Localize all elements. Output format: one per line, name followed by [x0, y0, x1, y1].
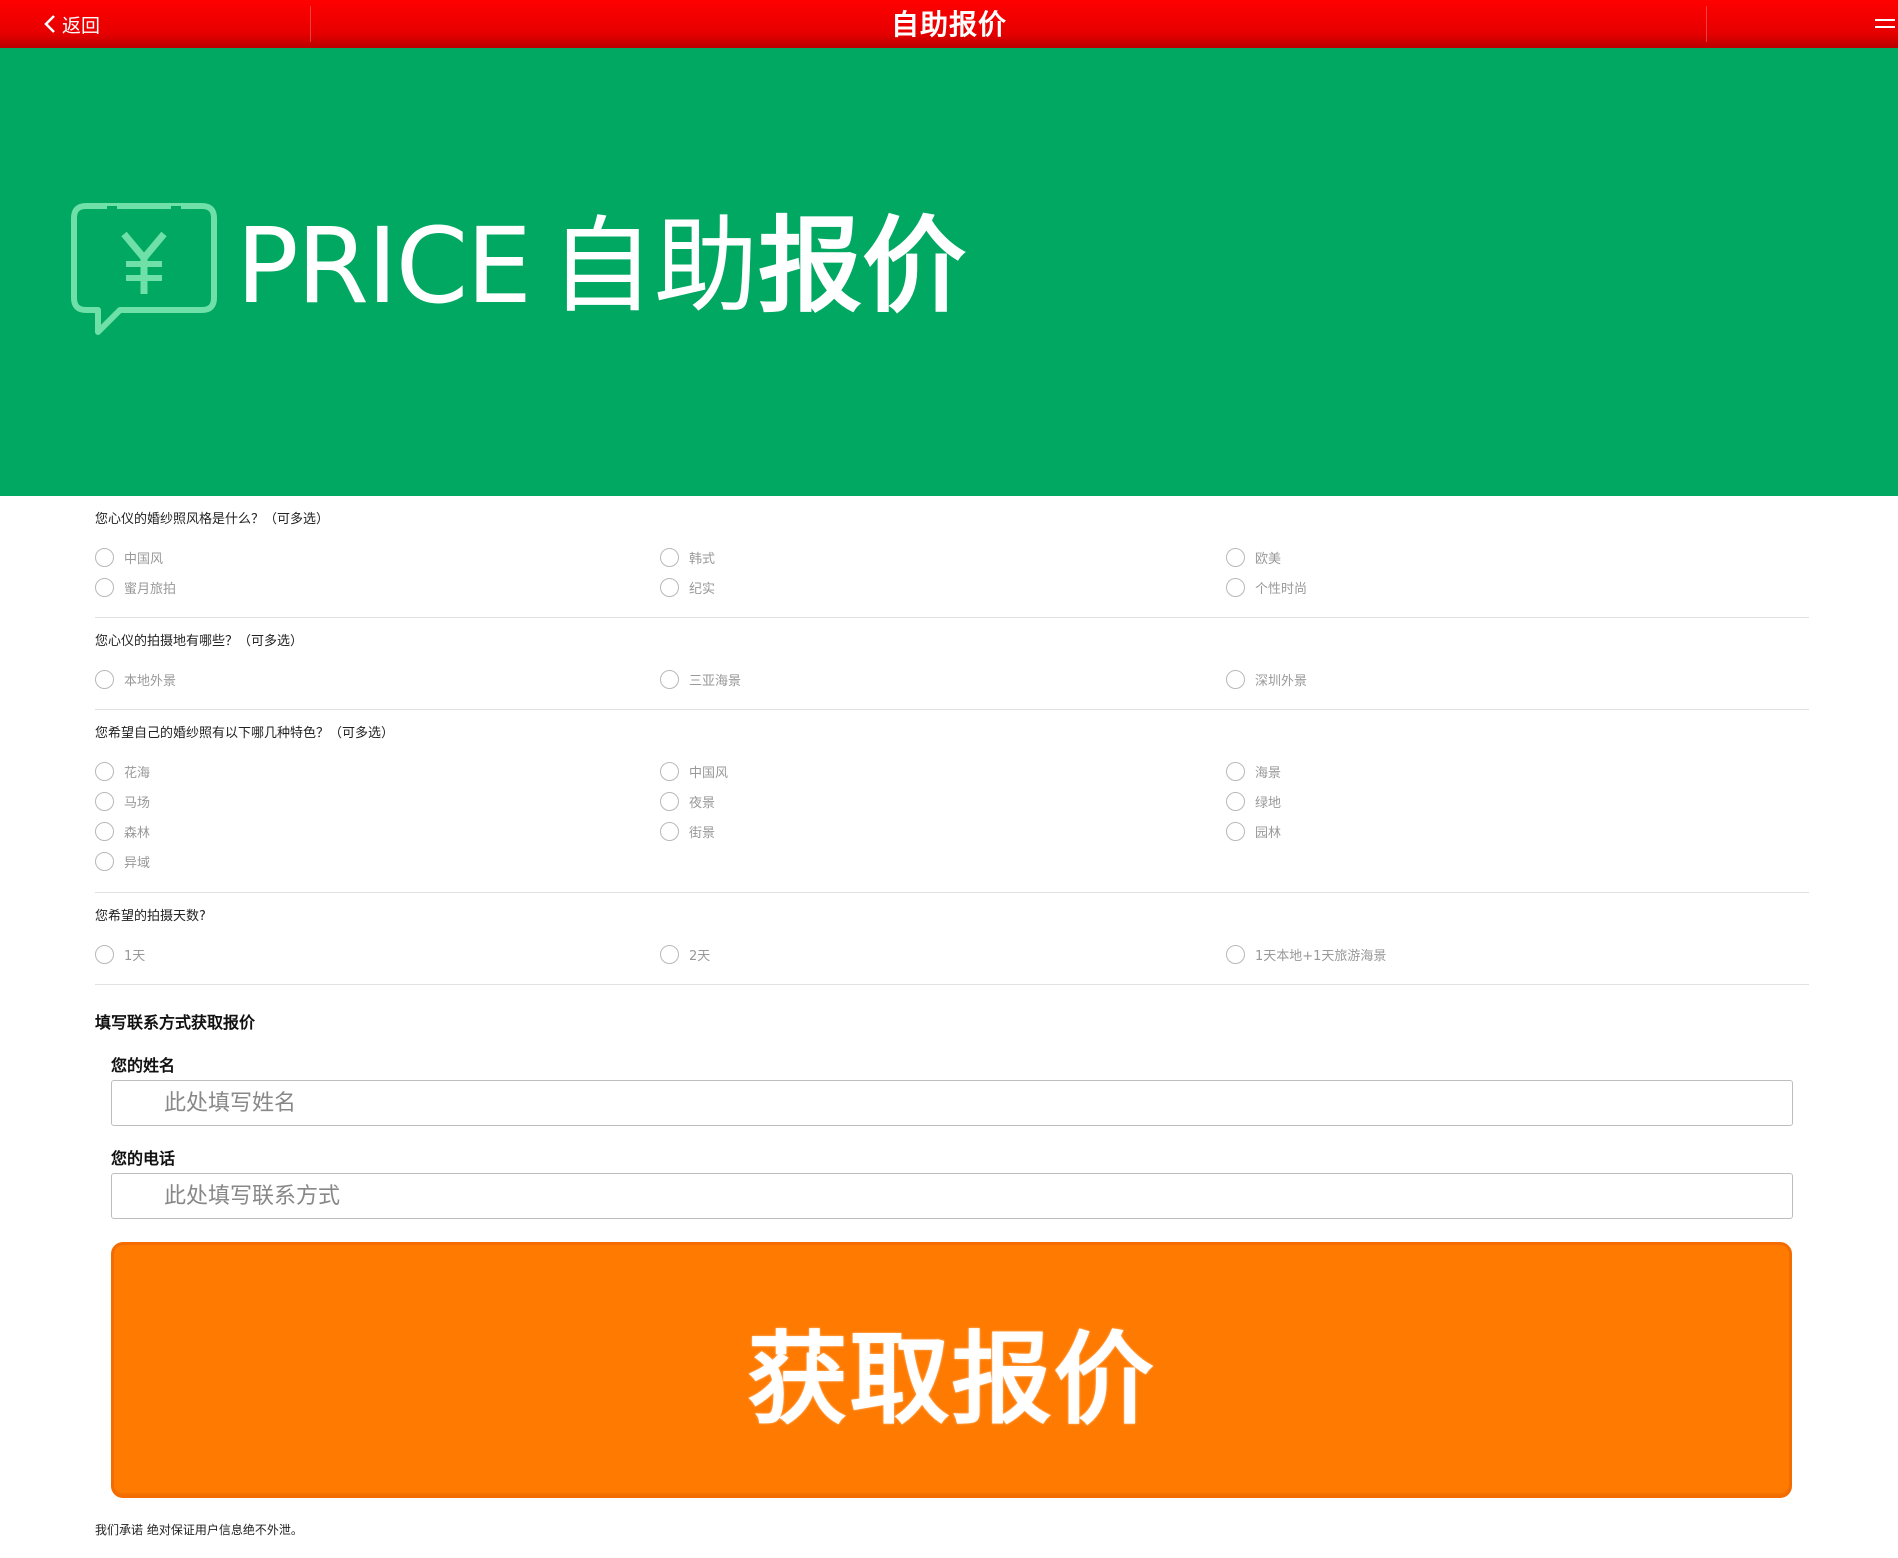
radio-circle-icon — [95, 548, 114, 567]
radio-circle-icon — [660, 792, 679, 811]
option-radio[interactable]: 1天 — [95, 945, 145, 964]
option-label: 街景 — [689, 826, 716, 841]
option-radio[interactable]: 2天 — [660, 945, 710, 964]
menu-icon[interactable] — [1872, 12, 1896, 36]
option-label: 蜜月旅拍 — [124, 582, 177, 597]
page-title: 自助报价 — [890, 8, 1007, 41]
option-label: 本地外景 — [124, 674, 177, 689]
question-features: 您希望自己的婚纱照有以下哪几种特色？（可多选） 花海 中国风 海景 马场 夜景 … — [95, 710, 1809, 893]
question-title: 您希望的拍摄天数? — [95, 909, 206, 924]
radio-circle-icon — [660, 762, 679, 781]
option-label: 森林 — [124, 826, 151, 841]
option-radio[interactable]: 异域 — [95, 852, 150, 871]
phone-label: 您的电话 — [111, 1149, 176, 1168]
question-title: 您心仪的婚纱照风格是什么？（可多选） — [95, 512, 330, 527]
question-days: 您希望的拍摄天数? 1天 2天 1天本地+1天旅游海景 — [95, 893, 1809, 986]
radio-circle-icon — [95, 792, 114, 811]
option-label: 欧美 — [1255, 552, 1282, 567]
section-divider — [95, 984, 1809, 985]
name-label: 您的姓名 — [111, 1056, 176, 1075]
banner-heading: PRICE 自助报价 — [236, 206, 966, 326]
radio-circle-icon — [95, 670, 114, 689]
option-label: 花海 — [124, 766, 151, 781]
option-radio[interactable]: 花海 — [95, 762, 150, 781]
radio-circle-icon — [1226, 762, 1245, 781]
option-radio[interactable]: 海景 — [1226, 762, 1281, 781]
radio-circle-icon — [660, 670, 679, 689]
radio-circle-icon — [1226, 822, 1245, 841]
radio-circle-icon — [95, 852, 114, 871]
option-radio[interactable]: 韩式 — [660, 548, 715, 567]
top-header-bar: 返回 自助报价 — [0, 0, 1898, 48]
radio-circle-icon — [95, 578, 114, 597]
question-title: 您希望自己的婚纱照有以下哪几种特色？（可多选） — [95, 726, 395, 741]
question-style: 您心仪的婚纱照风格是什么？（可多选） 中国风 韩式 欧美 蜜月旅拍 纪实 个性时… — [95, 496, 1809, 618]
option-radio[interactable]: 三亚海景 — [660, 670, 741, 689]
option-radio[interactable]: 纪实 — [660, 578, 715, 597]
option-radio[interactable]: 1天本地+1天旅游海景 — [1226, 945, 1386, 964]
option-radio[interactable]: 个性时尚 — [1226, 578, 1307, 597]
name-input[interactable] — [111, 1080, 1793, 1126]
radio-circle-icon — [660, 578, 679, 597]
banner-text-en: PRICE — [236, 205, 532, 327]
radio-circle-icon — [1226, 548, 1245, 567]
option-radio[interactable]: 蜜月旅拍 — [95, 578, 176, 597]
option-radio[interactable]: 街景 — [660, 822, 715, 841]
option-radio[interactable]: 夜景 — [660, 792, 715, 811]
price-banner: PRICE 自助报价 — [0, 48, 1898, 496]
option-label: 中国风 — [689, 766, 729, 781]
radio-circle-icon — [95, 822, 114, 841]
radio-circle-icon — [1226, 578, 1245, 597]
option-radio[interactable]: 深圳外景 — [1226, 670, 1307, 689]
contact-section-title: 填写联系方式获取报价 — [95, 1013, 256, 1032]
get-quote-label: 获取报价 — [747, 1320, 1156, 1438]
question-title: 您心仪的拍摄地有哪些？（可多选） — [95, 634, 304, 649]
banner-text-cn-bold: 报价 — [758, 205, 967, 327]
radio-circle-icon — [660, 548, 679, 567]
option-radio[interactable]: 园林 — [1226, 822, 1281, 841]
radio-circle-icon — [1226, 792, 1245, 811]
get-quote-button[interactable]: 获取报价 — [111, 1242, 1792, 1498]
option-radio[interactable]: 本地外景 — [95, 670, 176, 689]
option-radio[interactable]: 马场 — [95, 792, 150, 811]
option-label: 1天 — [124, 949, 146, 964]
option-label: 中国风 — [124, 552, 164, 567]
radio-circle-icon — [95, 762, 114, 781]
option-radio[interactable]: 中国风 — [660, 762, 728, 781]
option-radio[interactable]: 欧美 — [1226, 548, 1281, 567]
radio-circle-icon — [1226, 670, 1245, 689]
option-label: 夜景 — [689, 796, 716, 811]
option-label: 绿地 — [1255, 796, 1282, 811]
option-label: 三亚海景 — [689, 674, 742, 689]
option-label: 1天本地+1天旅游海景 — [1255, 949, 1387, 964]
option-label: 纪实 — [689, 582, 716, 597]
option-label: 海景 — [1255, 766, 1282, 781]
option-label: 马场 — [124, 796, 151, 811]
option-label: 个性时尚 — [1255, 582, 1308, 597]
privacy-note: 我们承诺 绝对保证用户信息绝不外泄。 — [95, 1523, 303, 1537]
option-radio[interactable]: 中国风 — [95, 548, 163, 567]
banner-text-cn-light: 自助 — [549, 205, 758, 327]
radio-circle-icon — [660, 945, 679, 964]
option-label: 韩式 — [689, 552, 716, 567]
option-label: 2天 — [689, 949, 711, 964]
option-radio[interactable]: 绿地 — [1226, 792, 1281, 811]
option-label: 园林 — [1255, 826, 1282, 841]
header-divider-right — [1706, 6, 1707, 42]
option-label: 异域 — [124, 856, 151, 871]
phone-input[interactable] — [111, 1173, 1793, 1219]
radio-circle-icon — [95, 945, 114, 964]
question-location: 您心仪的拍摄地有哪些？（可多选） 本地外景 三亚海景 深圳外景 — [95, 618, 1809, 710]
option-label: 深圳外景 — [1255, 674, 1308, 689]
radio-circle-icon — [660, 822, 679, 841]
option-radio[interactable]: 森林 — [95, 822, 150, 841]
radio-circle-icon — [1226, 945, 1245, 964]
yen-chat-bubble-icon — [71, 203, 217, 335]
